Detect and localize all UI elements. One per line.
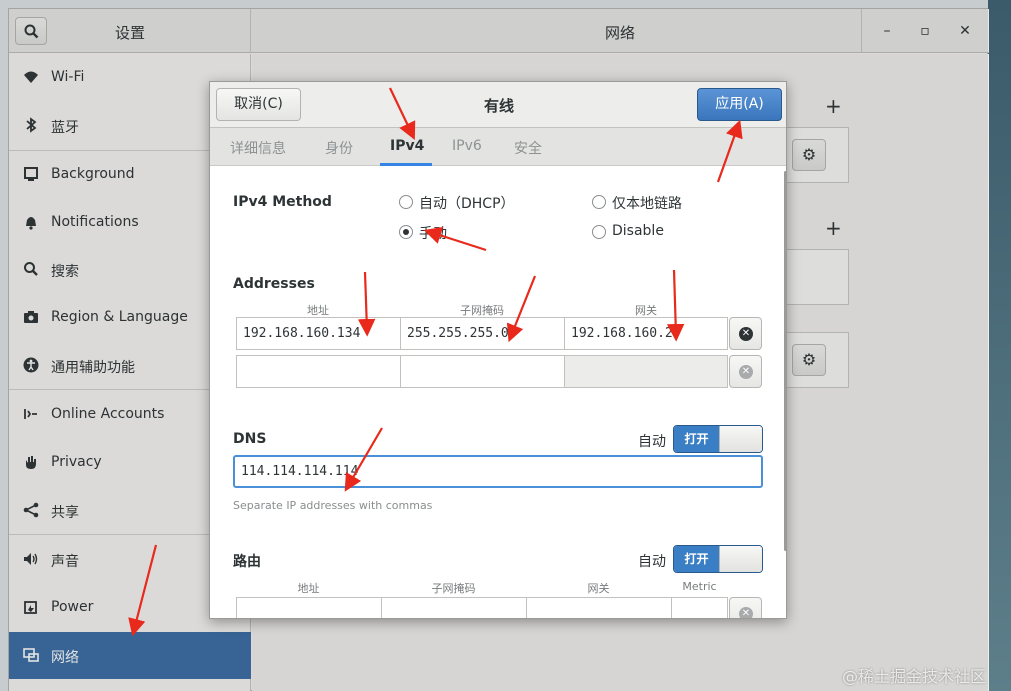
dns-input[interactable]: 114.114.114.114 [233, 455, 763, 488]
gear-icon[interactable]: ⚙ [792, 139, 826, 171]
background-icon [22, 166, 40, 184]
headerbar: 设置 网络 – ▫ ✕ [9, 9, 989, 53]
route-address-input[interactable] [236, 597, 382, 618]
sidebar-item-label: Privacy [51, 454, 102, 470]
delete-address-button[interactable]: ✕ [729, 355, 762, 388]
route-col-metric: Metric [682, 580, 717, 593]
search-icon [22, 261, 40, 279]
speaker-icon [22, 551, 40, 569]
route-metric-input[interactable] [671, 597, 728, 618]
dns-label: DNS [233, 431, 267, 447]
delete-icon: ✕ [739, 607, 753, 618]
address-input[interactable]: 192.168.160.134 [236, 317, 401, 350]
tab-security[interactable]: 安全 [514, 138, 542, 158]
sidebar-item-label: Notifications [51, 214, 139, 230]
bluetooth-icon [22, 117, 40, 135]
add-icon[interactable]: + [825, 94, 842, 118]
netmask-input[interactable]: 255.255.255.0 [400, 317, 565, 350]
route-gateway-input[interactable] [526, 597, 672, 618]
ipv4-method-label: IPv4 Method [233, 194, 332, 210]
gateway-input[interactable] [564, 355, 728, 388]
scrollbar[interactable] [784, 171, 786, 551]
sidebar-item-label: Background [51, 166, 135, 182]
col-header-gateway: 网关 [635, 304, 657, 317]
route-col-address: 地址 [297, 582, 320, 595]
dns-auto-switch[interactable]: 打开 [673, 425, 763, 453]
delete-route-button[interactable]: ✕ [729, 597, 762, 618]
delete-icon: ✕ [739, 327, 753, 341]
sidebar-item-label: 共享 [51, 505, 79, 521]
hand-icon [22, 454, 40, 472]
routes-auto-switch[interactable]: 打开 [673, 545, 763, 573]
radio-disable-label: Disable [612, 223, 664, 239]
sidebar-item-label: Wi-Fi [51, 69, 85, 85]
col-header-address: 地址 [307, 304, 329, 317]
sidebar-item-label: 声音 [51, 554, 79, 570]
dns-hint: Separate IP addresses with commas [233, 499, 433, 512]
accessibility-icon [22, 357, 40, 375]
dns-auto-label: 自动 [638, 434, 666, 450]
addresses-label: Addresses [233, 276, 315, 292]
online-accounts-icon [22, 406, 40, 424]
dialog-header: 有线 取消(C) 应用(A) [210, 82, 786, 128]
address-input[interactable] [236, 355, 401, 388]
wired-settings-dialog: 有线 取消(C) 应用(A) 详细信息 身份 IPv4 IPv6 安全 IPv4… [209, 81, 787, 619]
tab-details[interactable]: 详细信息 [230, 138, 286, 158]
route-col-netmask: 子网掩码 [431, 582, 476, 595]
active-tab-indicator [380, 163, 432, 166]
tab-ipv6[interactable]: IPv6 [452, 138, 482, 154]
apply-button[interactable]: 应用(A) [697, 88, 782, 121]
sidebar-item-label: 搜索 [51, 264, 79, 280]
tab-bar: 详细信息 身份 IPv4 IPv6 安全 [210, 128, 786, 166]
network-icon [22, 647, 40, 665]
delete-address-button[interactable]: ✕ [729, 317, 762, 350]
gear-icon[interactable]: ⚙ [792, 344, 826, 376]
search-button[interactable] [15, 17, 47, 45]
search-icon [24, 24, 39, 39]
gateway-input[interactable]: 192.168.160.2 [564, 317, 728, 350]
radio-manual-label: 手动 [419, 226, 447, 242]
routes-label: 路由 [233, 554, 261, 570]
camera-icon [22, 309, 40, 327]
switch-on-label: 打开 [674, 426, 719, 452]
ipv4-content: IPv4 Method 自动（DHCP） 仅本地链路 手动 Disable Ad… [210, 167, 786, 618]
tab-ipv4[interactable]: IPv4 [390, 138, 424, 154]
minimize-button[interactable]: – [877, 21, 897, 41]
radio-disable[interactable] [592, 225, 606, 239]
radio-manual[interactable] [399, 225, 413, 239]
sidebar-item-label: Region & Language [51, 309, 188, 325]
sidebar-item-label: 网络 [51, 650, 79, 666]
route-netmask-input[interactable] [381, 597, 527, 618]
bell-icon [22, 214, 40, 232]
desktop-background [988, 0, 1011, 691]
maximize-button[interactable]: ▫ [915, 21, 935, 41]
share-icon [22, 502, 40, 520]
cancel-button[interactable]: 取消(C) [216, 88, 301, 121]
sidebar-header: 设置 [9, 9, 251, 53]
sidebar-item-network[interactable]: 网络 [9, 632, 251, 679]
add-icon[interactable]: + [825, 216, 842, 240]
wifi-icon [22, 69, 40, 87]
switch-knob [719, 546, 762, 572]
radio-dhcp-label: 自动（DHCP） [419, 196, 515, 212]
sidebar-item-label: 蓝牙 [51, 120, 79, 136]
delete-icon: ✕ [739, 365, 753, 379]
power-icon [22, 599, 40, 617]
switch-on-label: 打开 [674, 546, 719, 572]
divider [861, 9, 862, 53]
radio-link-local[interactable] [592, 195, 606, 209]
col-header-netmask: 子网掩码 [460, 304, 504, 317]
sidebar-item-label: 通用辅助功能 [51, 360, 135, 376]
routes-auto-label: 自动 [638, 554, 666, 570]
netmask-input[interactable] [400, 355, 565, 388]
tab-identity[interactable]: 身份 [325, 138, 353, 158]
route-col-gateway: 网关 [587, 582, 610, 595]
close-button[interactable]: ✕ [955, 21, 975, 41]
sidebar-item-label: Power [51, 599, 94, 615]
switch-knob [719, 426, 762, 452]
radio-link-local-label: 仅本地链路 [612, 196, 682, 212]
radio-dhcp[interactable] [399, 195, 413, 209]
watermark: @稀土掘金技术社区 [842, 667, 987, 686]
sidebar-item-label: Online Accounts [51, 406, 165, 422]
